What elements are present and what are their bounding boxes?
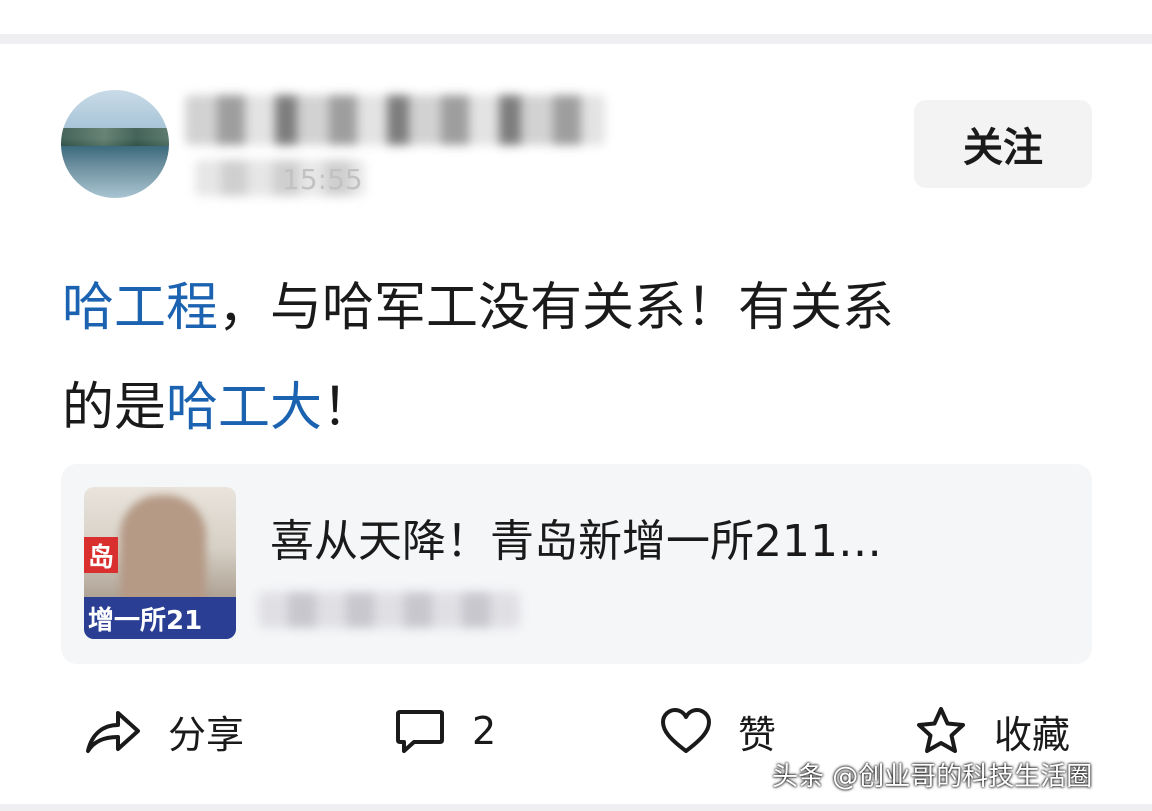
follow-button[interactable]: 关注	[914, 100, 1092, 188]
avatar[interactable]	[61, 90, 169, 198]
post-text-segment: ，与哈军工没有关系！有关系	[218, 278, 895, 338]
collect-label: 收藏	[994, 712, 1071, 757]
comment-count: 2	[472, 709, 497, 753]
post-text-segment: 的是	[62, 378, 167, 438]
star-icon	[914, 705, 968, 757]
hashtag-link-hagongda[interactable]: 哈工大	[166, 378, 322, 438]
post-line-2: 的是哈工大！	[62, 358, 1102, 458]
bottom-divider	[0, 804, 1152, 811]
author-name-blurred[interactable]	[185, 95, 605, 145]
comment-button[interactable]: 2	[394, 700, 496, 762]
post-text-segment: ！	[322, 378, 375, 438]
follow-button-label: 关注	[963, 125, 1043, 171]
watermark: 头条 @创业哥的科技生活圈	[772, 762, 1093, 792]
post-line-1: 哈工程，与哈军工没有关系！有关系	[62, 258, 1102, 358]
collect-button[interactable]: 收藏	[914, 700, 1070, 762]
comment-icon	[394, 706, 446, 756]
post-time: 15:55	[282, 163, 363, 196]
like-label: 赞	[738, 712, 777, 757]
like-button[interactable]: 赞	[660, 700, 776, 762]
heart-icon	[660, 707, 712, 755]
top-divider	[0, 34, 1152, 44]
share-button[interactable]: 分享	[84, 700, 244, 762]
avatar-landscape	[61, 128, 169, 146]
thumbnail-red-tag: 岛	[84, 537, 118, 573]
article-thumbnail[interactable]: 岛 增一所21	[84, 487, 236, 639]
share-label: 分享	[168, 712, 245, 757]
share-icon	[84, 705, 142, 757]
article-title[interactable]: 喜从天降！青岛新增一所211…	[270, 505, 882, 569]
hashtag-link-hagongcheng[interactable]: 哈工程	[62, 278, 218, 338]
thumbnail-person	[120, 495, 206, 613]
article-source-blurred	[258, 592, 520, 628]
post-text: 哈工程，与哈军工没有关系！有关系 的是哈工大！	[62, 258, 1102, 458]
thumbnail-banner: 增一所21	[84, 597, 236, 639]
